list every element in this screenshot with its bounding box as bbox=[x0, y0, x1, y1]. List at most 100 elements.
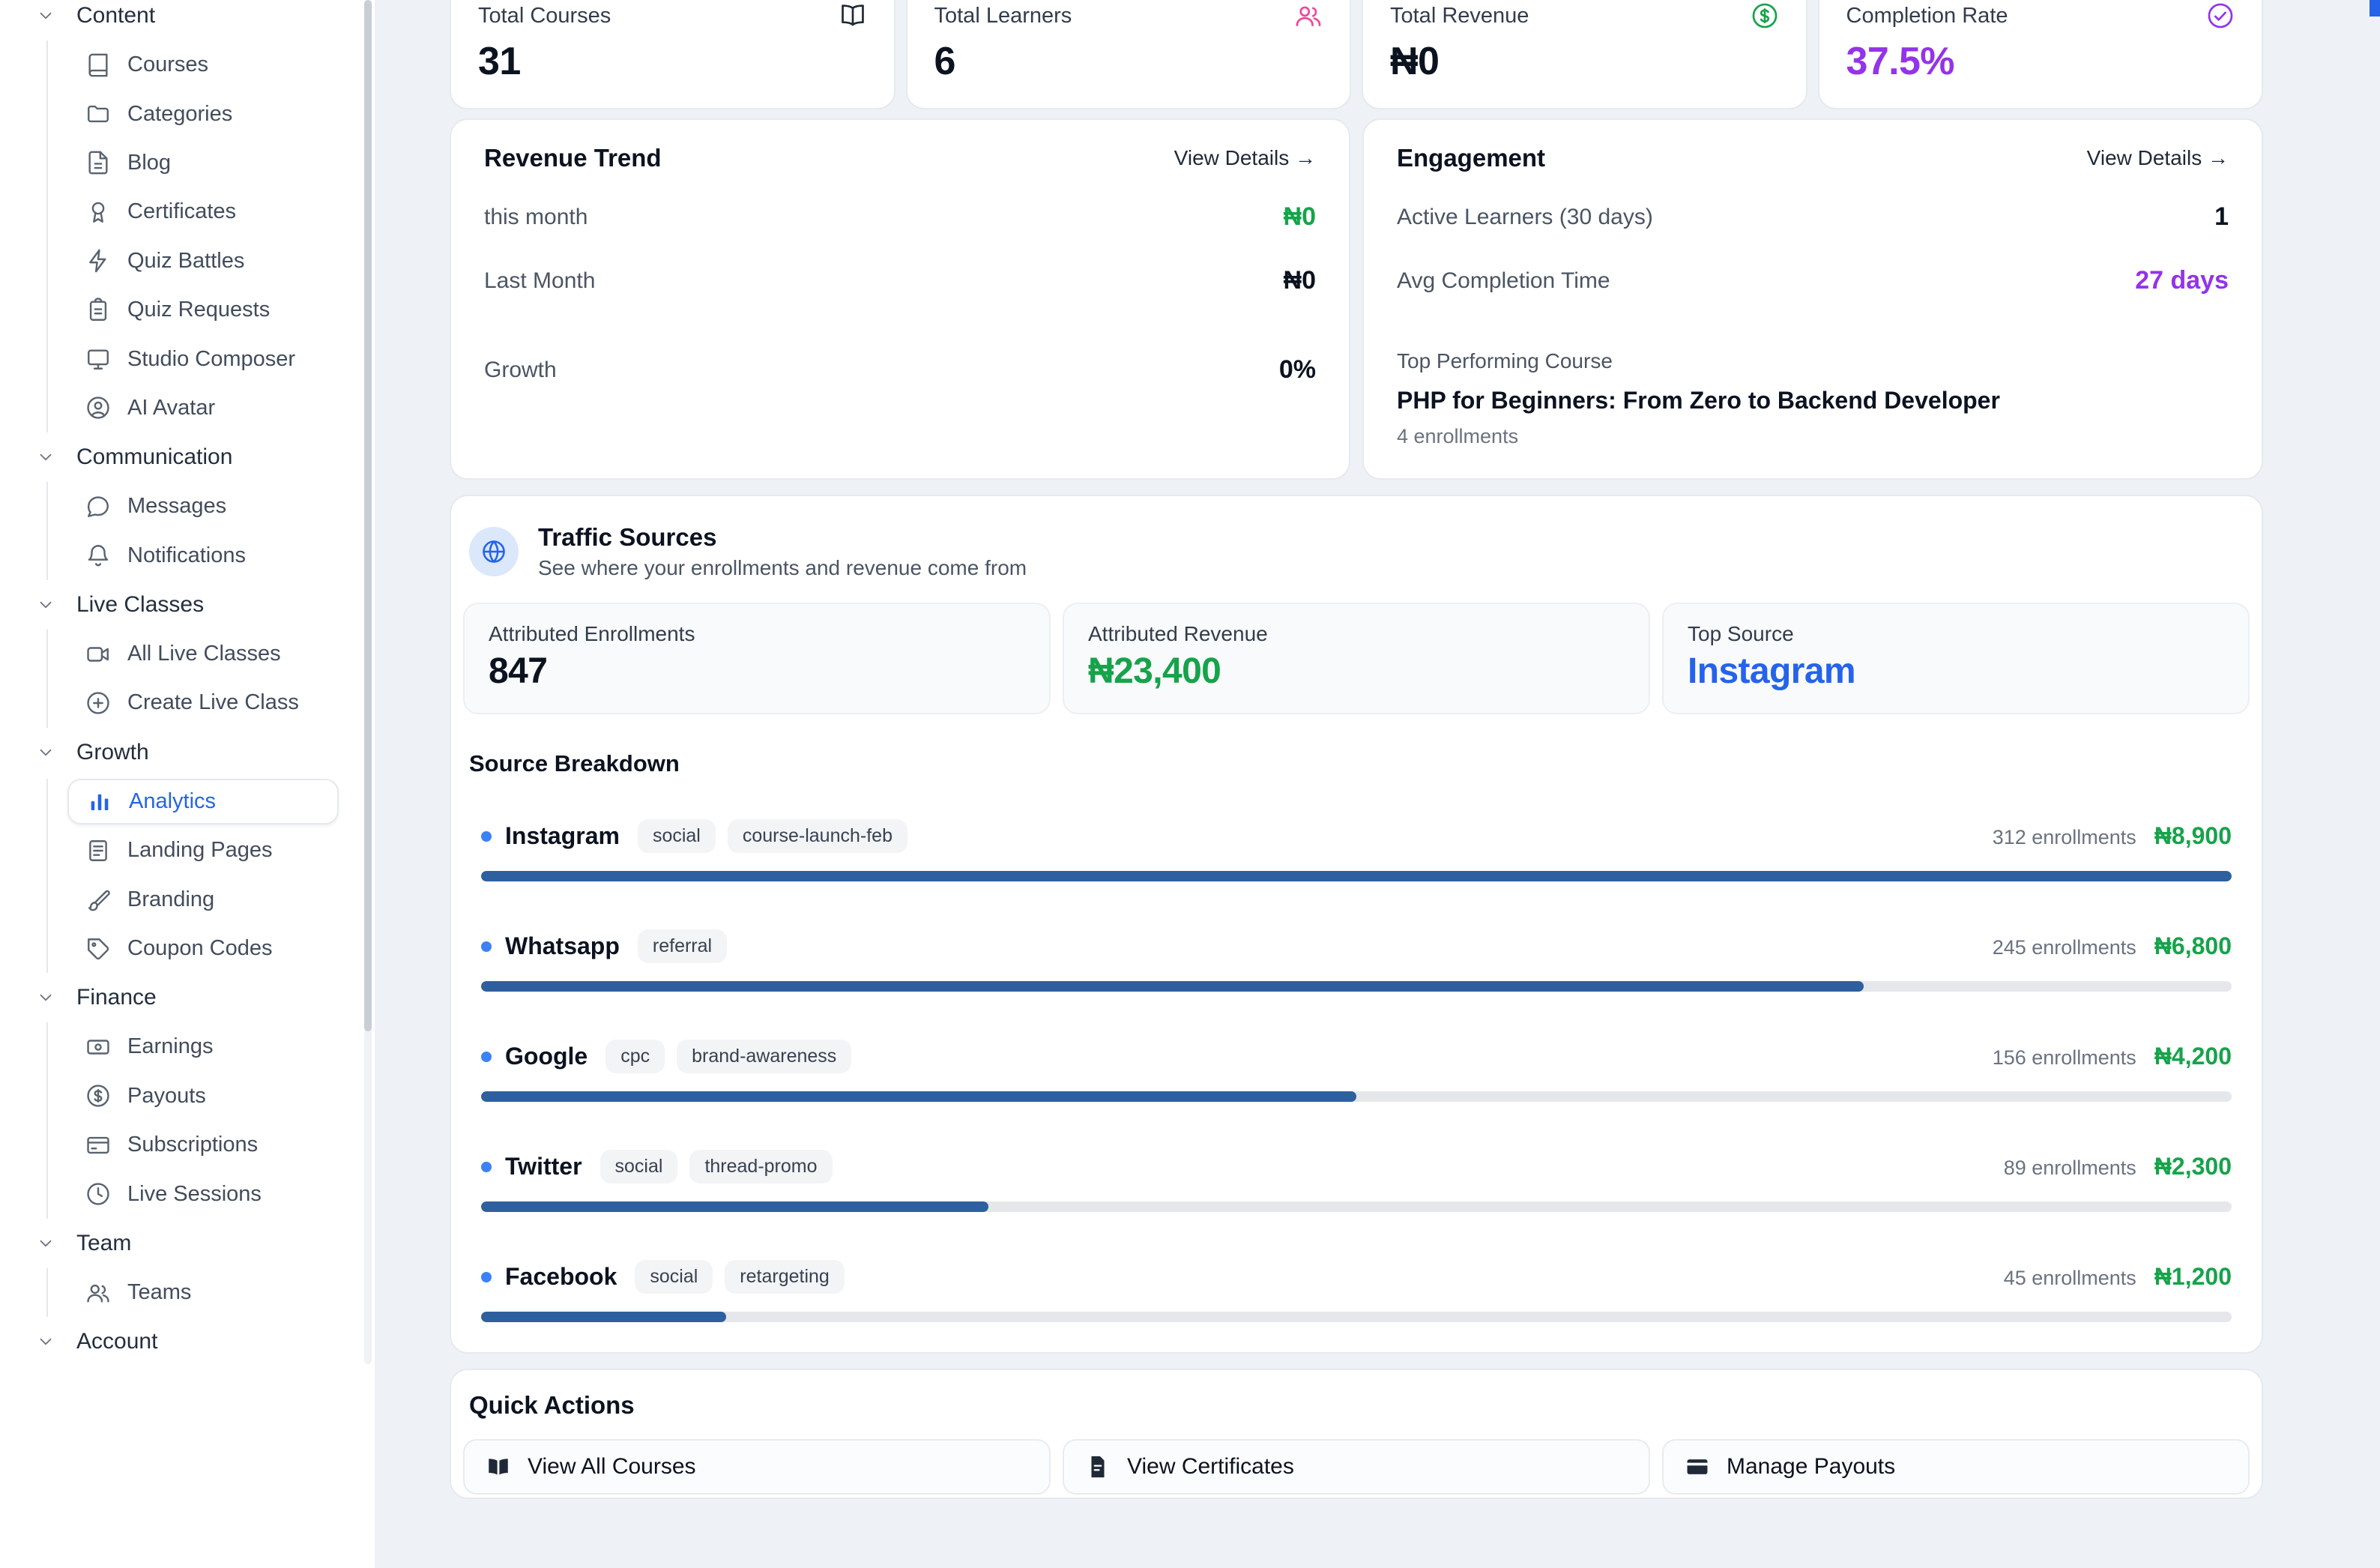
quick-action-label: View Certificates bbox=[1127, 1454, 1294, 1480]
bell-icon bbox=[85, 543, 111, 568]
sidebar-item-payouts[interactable]: Payouts bbox=[48, 1072, 375, 1121]
page-scrollbar-thumb[interactable] bbox=[2370, 0, 2380, 16]
sidebar-item-certificates[interactable]: Certificates bbox=[48, 187, 375, 236]
sidebar-scrollbar-thumb[interactable] bbox=[364, 0, 372, 1031]
chat-icon bbox=[85, 494, 111, 519]
sidebar-item-label: Notifications bbox=[127, 543, 246, 568]
sidebar-item-label: Earnings bbox=[127, 1034, 213, 1059]
revenue-row-value: ₦0 bbox=[1284, 266, 1316, 295]
source-enrollments: 89 enrollments bbox=[2004, 1157, 2136, 1180]
sidebar-section-team[interactable]: Team bbox=[36, 1219, 375, 1268]
source-bar-track bbox=[481, 981, 2232, 992]
source-revenue: ₦2,300 bbox=[2154, 1153, 2232, 1180]
stat-value: ₦0 bbox=[1390, 39, 1779, 84]
sidebar-item-courses[interactable]: Courses bbox=[48, 40, 375, 89]
source-row-instagram: Instagramsocialcourse-launch-feb312 enro… bbox=[481, 819, 2232, 881]
sidebar-item-label: Analytics bbox=[129, 789, 216, 814]
stat-value: 31 bbox=[478, 39, 867, 84]
sidebar-item-create-live-class[interactable]: Create Live Class bbox=[48, 678, 375, 727]
sidebar-section-live-classes[interactable]: Live Classes bbox=[36, 580, 375, 630]
file-solid-icon bbox=[1085, 1454, 1111, 1480]
manage-payouts-button[interactable]: Manage Payouts bbox=[1662, 1439, 2250, 1495]
monitor-icon bbox=[85, 346, 111, 372]
sidebar-item-all-live-classes[interactable]: All Live Classes bbox=[48, 630, 375, 678]
source-enrollments: 156 enrollments bbox=[1993, 1046, 2136, 1070]
source-bar-track bbox=[481, 1091, 2232, 1102]
stat-card-total-revenue: Total Revenue₦0 bbox=[1362, 0, 1807, 109]
sidebar-item-ai-avatar[interactable]: AI Avatar bbox=[48, 384, 375, 432]
app-root: ContentCoursesCategoriesBlogCertificates… bbox=[0, 0, 2380, 1568]
source-bar-fill bbox=[481, 981, 1864, 992]
sidebar-item-label: Teams bbox=[127, 1280, 191, 1305]
view-all-courses-button[interactable]: View All Courses bbox=[463, 1439, 1051, 1495]
source-name: Whatsapp bbox=[505, 932, 620, 960]
folder-icon bbox=[85, 101, 111, 127]
sidebar-item-messages[interactable]: Messages bbox=[48, 482, 375, 531]
source-dot-icon bbox=[481, 831, 492, 842]
sidebar-item-label: Studio Composer bbox=[127, 347, 295, 372]
sidebar-item-landing-pages[interactable]: Landing Pages bbox=[48, 826, 375, 875]
source-bar-fill bbox=[481, 871, 2232, 881]
main-content: Total Courses31Total Learners6Total Reve… bbox=[375, 0, 2380, 1568]
sidebar-item-quiz-battles[interactable]: Quiz Battles bbox=[48, 237, 375, 286]
sidebar-section-items: CoursesCategoriesBlogCertificatesQuiz Ba… bbox=[46, 40, 375, 432]
source-row-whatsapp: Whatsappreferral245 enrollments₦6,800 bbox=[481, 929, 2232, 992]
sidebar-item-label: Quiz Requests bbox=[127, 298, 270, 322]
view-certificates-button[interactable]: View Certificates bbox=[1063, 1439, 1650, 1495]
revenue-trend-card: Revenue Trend View Details → this month₦… bbox=[450, 118, 1350, 480]
sidebar-item-teams[interactable]: Teams bbox=[48, 1268, 375, 1317]
sidebar-item-blog[interactable]: Blog bbox=[48, 139, 375, 187]
sidebar-item-coupon-codes[interactable]: Coupon Codes bbox=[48, 924, 375, 973]
quick-actions-title: Quick Actions bbox=[463, 1391, 2250, 1420]
sidebar-item-earnings[interactable]: Earnings bbox=[48, 1022, 375, 1071]
traffic-summary-attributed-enrollments: Attributed Enrollments847 bbox=[463, 603, 1051, 714]
source-bar-fill bbox=[481, 1312, 726, 1322]
sidebar-item-studio-composer[interactable]: Studio Composer bbox=[48, 334, 375, 383]
sidebar-item-notifications[interactable]: Notifications bbox=[48, 531, 375, 580]
sidebar-section-label: Live Classes bbox=[76, 592, 204, 618]
sidebar-nav: ContentCoursesCategoriesBlogCertificates… bbox=[0, 0, 375, 1366]
sidebar-item-quiz-requests[interactable]: Quiz Requests bbox=[48, 286, 375, 334]
traffic-summary-label: Attributed Revenue bbox=[1088, 622, 1625, 646]
stat-label: Total Courses bbox=[478, 4, 611, 28]
engagement-view-details-link[interactable]: View Details → bbox=[2087, 146, 2229, 170]
stat-card-total-courses: Total Courses 31 bbox=[450, 0, 895, 109]
dollar-circle-icon bbox=[1751, 1, 1779, 30]
chevron-down-icon bbox=[36, 743, 55, 762]
users-icon bbox=[85, 1280, 111, 1306]
revenue-view-details-link[interactable]: View Details → bbox=[1174, 146, 1316, 170]
sidebar: ContentCoursesCategoriesBlogCertificates… bbox=[0, 0, 375, 1568]
source-tag: retargeting bbox=[725, 1260, 845, 1294]
top-course-enrollments: 4 enrollments bbox=[1397, 425, 2229, 448]
sidebar-section-items: Messages Notifications bbox=[46, 482, 375, 580]
stat-card-completion-rate: Completion Rate37.5% bbox=[1818, 0, 2264, 109]
certificate-icon bbox=[85, 199, 111, 225]
sidebar-section-communication[interactable]: Communication bbox=[36, 432, 375, 482]
chevron-down-icon bbox=[36, 988, 55, 1007]
sidebar-section-finance[interactable]: Finance bbox=[36, 973, 375, 1022]
sidebar-item-branding[interactable]: Branding bbox=[48, 875, 375, 923]
plus-circle-icon bbox=[85, 690, 111, 716]
sidebar-item-analytics[interactable]: Analytics bbox=[67, 779, 339, 824]
revenue-row-value: ₦0 bbox=[1284, 202, 1316, 232]
sidebar-item-subscriptions[interactable]: Subscriptions bbox=[48, 1121, 375, 1169]
revenue-row-this-month: this month₦0 bbox=[484, 202, 1316, 232]
sidebar-section-growth[interactable]: Growth bbox=[36, 728, 375, 777]
sidebar-section-content[interactable]: Content bbox=[36, 0, 375, 40]
sidebar-section-account[interactable]: Account bbox=[36, 1317, 375, 1366]
active-learners-value: 1 bbox=[2214, 202, 2229, 232]
lightning-icon bbox=[85, 248, 111, 274]
source-dot-icon bbox=[481, 1162, 492, 1172]
page-icon bbox=[85, 838, 111, 863]
source-revenue: ₦4,200 bbox=[2154, 1043, 2232, 1070]
revenue-trend-title: Revenue Trend bbox=[484, 144, 662, 172]
sidebar-section-label: Team bbox=[76, 1231, 131, 1256]
sidebar-item-live-sessions[interactable]: Live Sessions bbox=[48, 1169, 375, 1218]
active-learners-label: Active Learners (30 days) bbox=[1397, 205, 1653, 230]
source-name: Facebook bbox=[505, 1263, 617, 1291]
sidebar-item-categories[interactable]: Categories bbox=[48, 89, 375, 138]
sidebar-item-label: Messages bbox=[127, 494, 226, 519]
source-list: Instagramsocialcourse-launch-feb312 enro… bbox=[463, 819, 2250, 1322]
sidebar-section-label: Account bbox=[76, 1329, 157, 1354]
source-revenue: ₦1,200 bbox=[2154, 1263, 2232, 1291]
